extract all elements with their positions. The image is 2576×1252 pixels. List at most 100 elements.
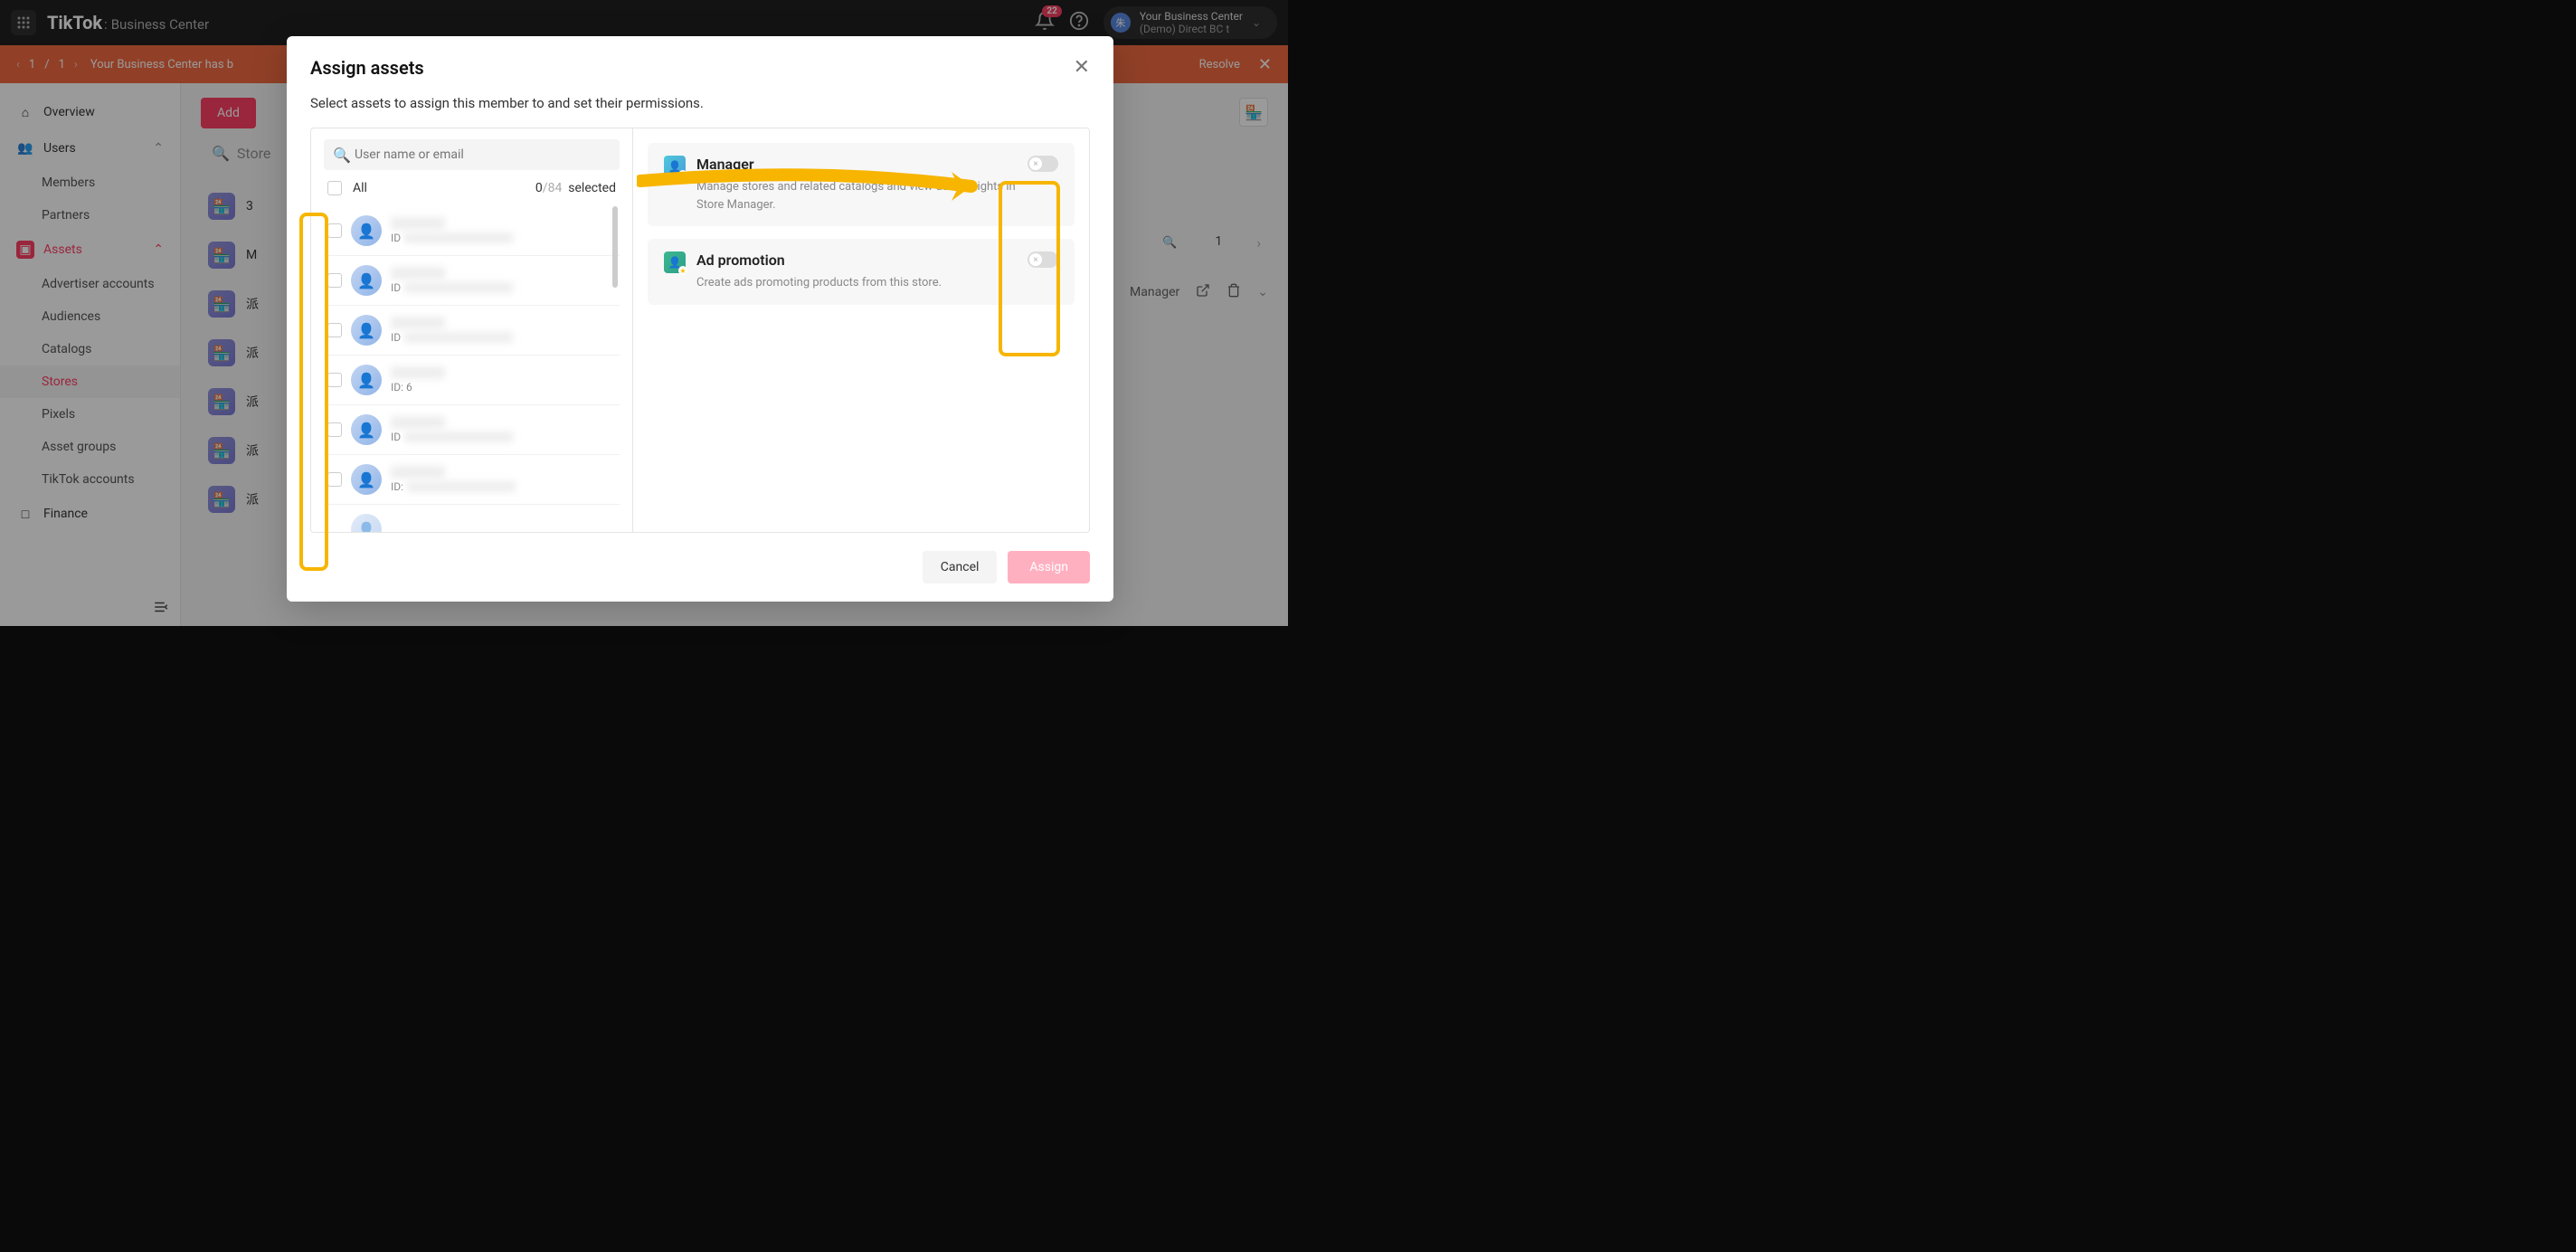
sidebar-sub-audiences[interactable]: Audiences	[0, 300, 180, 333]
user-avatar-icon: 👤	[351, 414, 382, 445]
store-name: 派	[246, 441, 259, 460]
user-checkbox[interactable]	[327, 472, 342, 487]
user-item[interactable]: 👤 ID	[324, 206, 620, 256]
chevron-down-icon[interactable]: ⌄	[1257, 285, 1268, 299]
user-avatar-icon: 👤	[351, 514, 382, 532]
role-label: Manager	[1130, 285, 1179, 299]
store-icon: 🏪	[208, 193, 235, 220]
user-item[interactable]: 👤 ID	[324, 256, 620, 306]
alert-left: ‹ 1 / 1 › Your Business Center has b	[16, 58, 233, 71]
sidebar-item-users[interactable]: 👥 Users ⌃	[0, 130, 180, 166]
user-search-input[interactable]	[324, 139, 620, 170]
notification-bell-icon[interactable]: 22	[1035, 11, 1055, 34]
delete-icon[interactable]	[1226, 283, 1241, 301]
alert-page-total: 1	[59, 58, 65, 71]
sidebar-item-overview[interactable]: ⌂ Overview	[0, 94, 180, 130]
sidebar-sub-members[interactable]: Members	[0, 166, 180, 199]
perm-manager-title: Manager	[696, 156, 1017, 173]
sidebar-sub-tiktok-accounts[interactable]: TikTok accounts	[0, 463, 180, 496]
store-icon: 🏪	[208, 388, 235, 415]
add-button[interactable]: Add	[201, 98, 256, 128]
all-label: All	[353, 181, 367, 195]
user-id-value	[404, 232, 513, 243]
id-label: ID	[391, 331, 401, 344]
sidebar-label: Assets	[43, 242, 82, 257]
sidebar-sub-partners[interactable]: Partners	[0, 199, 180, 232]
count-label: selected	[568, 181, 616, 195]
id-label: ID	[391, 281, 401, 294]
user-checkbox[interactable]	[327, 323, 342, 337]
user-name	[391, 217, 445, 230]
sidebar-item-assets[interactable]: ▣ Assets ⌃	[0, 232, 180, 268]
perm-ad-desc: Create ads promoting products from this …	[696, 274, 1017, 292]
apps-grid-icon[interactable]	[11, 10, 36, 35]
chevron-up-icon: ⌃	[153, 141, 164, 156]
page-next-icon[interactable]: ›	[1249, 226, 1268, 260]
perm-body: Ad promotion Create ads promoting produc…	[696, 251, 1017, 292]
user-item[interactable]: 👤 ID:	[324, 455, 620, 505]
alert-next-icon[interactable]: ›	[74, 58, 78, 71]
count-total: 84	[548, 181, 563, 195]
user-checkbox[interactable]	[327, 223, 342, 238]
collapse-sidebar-icon[interactable]	[153, 599, 169, 619]
count-current: 0	[535, 181, 543, 195]
user-item[interactable]: 👤 ID	[324, 306, 620, 356]
sidebar-sub-asset-groups[interactable]: Asset groups	[0, 431, 180, 463]
sidebar-sub-pixels[interactable]: Pixels	[0, 398, 180, 431]
user-id-value	[404, 432, 513, 442]
search-icon: 🔍	[1162, 236, 1177, 250]
alert-pagination: ‹ 1 / 1 ›	[16, 58, 78, 71]
sidebar-item-finance[interactable]: □ Finance	[0, 496, 180, 532]
id-label: ID	[391, 232, 401, 244]
user-avatar-icon: 👤	[351, 365, 382, 395]
user-item[interactable]: 👤	[324, 505, 620, 532]
home-icon: ⌂	[16, 103, 34, 121]
help-icon[interactable]	[1069, 11, 1089, 34]
manager-toggle[interactable]	[1028, 156, 1058, 172]
user-list[interactable]: 👤 ID 👤 ID 👤 ID 👤 ID: 6	[324, 206, 620, 532]
bc-text: Your Business Center (Demo) Direct BC t	[1140, 10, 1243, 36]
bc-name: Your Business Center	[1140, 10, 1243, 23]
logo-sub: Business Center	[111, 16, 209, 33]
user-name	[391, 317, 445, 329]
cancel-button[interactable]: Cancel	[923, 551, 998, 583]
resolve-link[interactable]: Resolve	[1199, 58, 1240, 71]
page-number[interactable]: 1	[1197, 226, 1240, 260]
user-item[interactable]: 👤 ID	[324, 405, 620, 455]
ad-promotion-toggle[interactable]	[1028, 251, 1058, 268]
modal-body: 🔍 All 0/84 selected 👤 ID	[310, 128, 1090, 533]
manager-icon: 👤	[664, 156, 686, 177]
store-square-icon[interactable]: 🏪	[1239, 98, 1268, 127]
sidebar-sub-catalogs[interactable]: Catalogs	[0, 333, 180, 365]
selected-count: 0/84 selected	[535, 181, 616, 195]
assets-icon: ▣	[16, 241, 34, 259]
user-avatar-icon: 👤	[351, 464, 382, 495]
business-center-selector[interactable]: 朱 Your Business Center (Demo) Direct BC …	[1103, 6, 1277, 40]
user-item[interactable]: 👤 ID: 6	[324, 356, 620, 405]
close-icon[interactable]: ✕	[1074, 56, 1090, 79]
store-name: 派	[246, 393, 259, 411]
user-checkbox[interactable]	[327, 422, 342, 437]
scrollbar-thumb[interactable]	[612, 206, 618, 288]
alert-prev-icon[interactable]: ‹	[16, 58, 20, 71]
open-icon[interactable]	[1196, 283, 1210, 301]
alert-close-icon[interactable]: ✕	[1258, 55, 1272, 74]
store-icon: 🏪	[208, 437, 235, 464]
user-avatar-icon: 👤	[351, 215, 382, 246]
user-id-value	[404, 332, 513, 343]
id-label: ID	[391, 431, 401, 443]
user-name	[391, 466, 445, 479]
user-checkbox[interactable]	[327, 273, 342, 288]
topbar-right: 22 朱 Your Business Center (Demo) Direct …	[1035, 6, 1277, 40]
select-all-checkbox[interactable]	[327, 181, 342, 195]
alert-page-sep: /	[44, 58, 49, 71]
user-checkbox[interactable]	[327, 373, 342, 387]
sidebar-sub-advertiser[interactable]: Advertiser accounts	[0, 268, 180, 300]
search-wrap: 🔍	[324, 139, 620, 170]
alert-text: Your Business Center has b	[90, 58, 233, 71]
sidebar-sub-stores[interactable]: Stores	[0, 365, 180, 398]
modal-subtitle: Select assets to assign this member to a…	[310, 95, 1090, 111]
logo: TikTok:Business Center	[47, 12, 209, 33]
assign-button[interactable]: Assign	[1008, 551, 1090, 583]
users-icon: 👥	[16, 139, 34, 157]
